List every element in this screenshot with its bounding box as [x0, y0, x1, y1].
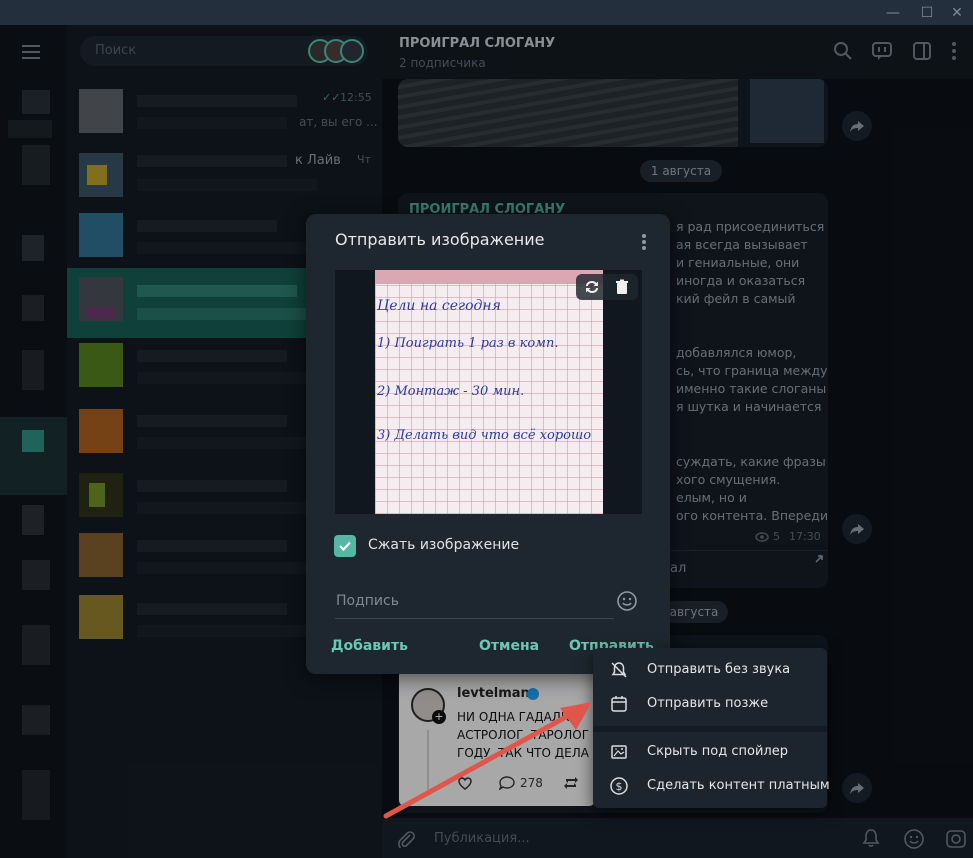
check-icon [339, 541, 351, 552]
calendar-icon [611, 696, 627, 712]
send-image-dialog: Отправить изображение Цели на сегодня 1)… [306, 214, 670, 674]
note-line: 1) Поиграть 1 раз в комп. [377, 336, 559, 351]
svg-text:$: $ [616, 780, 623, 793]
minimize-icon: — [886, 4, 900, 21]
add-button[interactable]: Добавить [331, 638, 408, 654]
menu-item-label: Скрыть под спойлер [647, 744, 788, 759]
compress-label[interactable]: Сжать изображение [368, 537, 519, 553]
maximize-icon: ☐ [920, 4, 934, 21]
title-bar: — ☐ ✕ [0, 0, 973, 25]
delete-trash-icon[interactable] [614, 279, 630, 295]
image-actions [576, 274, 638, 300]
menu-item-paid-content[interactable]: $ Сделать контент платным [593, 769, 830, 803]
note-line: 3) Делать вид что всё хорошо [377, 428, 592, 443]
close-window-button[interactable]: ✕ [941, 0, 973, 25]
image-preview[interactable]: Цели на сегодня 1) Поиграть 1 раз в комп… [335, 270, 642, 514]
note-line: 2) Монтаж - 30 мин. [377, 384, 525, 399]
emoji-icon[interactable] [616, 590, 638, 612]
note-line: Цели на сегодня [377, 298, 501, 314]
notebook-photo: Цели на сегодня 1) Поиграть 1 раз в комп… [375, 270, 603, 514]
menu-item-send-silent[interactable]: Отправить без звука [593, 653, 827, 687]
caption-underline [335, 618, 614, 619]
replace-image-icon[interactable] [583, 278, 601, 296]
muted-bell-icon [611, 662, 627, 678]
compress-checkbox[interactable] [334, 535, 356, 557]
menu-item-schedule[interactable]: Отправить позже [593, 687, 827, 721]
telegram-window: — ☐ ✕ ✓✓ 12:55 ат, вы его ... к Лайв Чт … [0, 0, 973, 858]
maximize-button[interactable]: ☐ [911, 0, 943, 25]
cancel-button[interactable]: Отмена [479, 638, 539, 654]
annotation-arrow [383, 702, 592, 819]
menu-separator [593, 726, 827, 732]
spoiler-icon [611, 745, 627, 759]
paid-coin-icon: $ [610, 777, 628, 795]
menu-item-label: Сделать контент платным [647, 778, 830, 793]
menu-item-spoiler[interactable]: Скрыть под спойлер [593, 735, 827, 769]
send-options-menu: Отправить без звука Отправить позже Скры… [593, 648, 830, 808]
dialog-title: Отправить изображение [335, 230, 545, 249]
menu-item-label: Отправить позже [647, 696, 769, 711]
menu-item-label: Отправить без звука [647, 662, 791, 677]
minimize-button[interactable]: — [877, 0, 909, 25]
more-options-icon[interactable] [640, 234, 648, 252]
close-icon: ✕ [951, 4, 963, 21]
caption-input[interactable]: Подпись [336, 593, 399, 609]
